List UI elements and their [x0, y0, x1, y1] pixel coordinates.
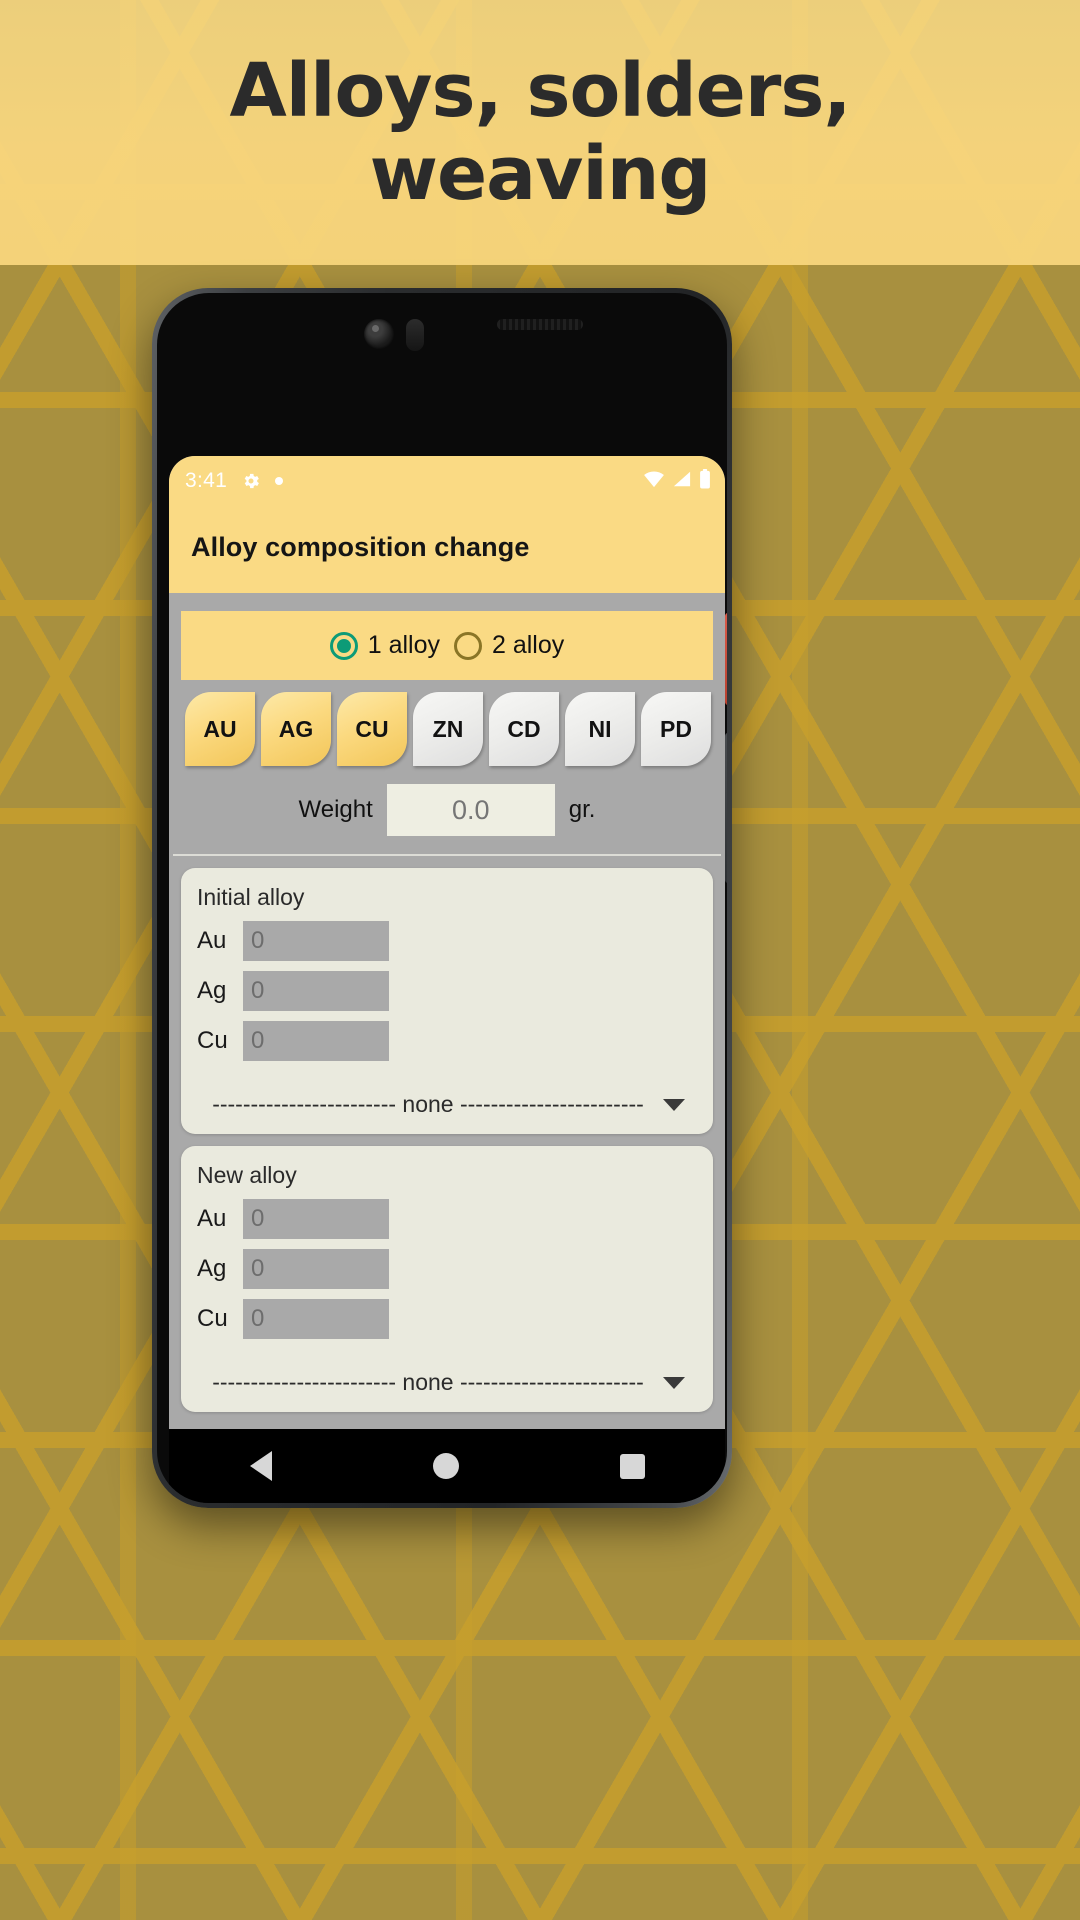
radio-label-1-alloy: 1 alloy — [367, 631, 440, 660]
new-alloy-input-au[interactable]: 0 — [243, 1199, 389, 1239]
home-circle-icon[interactable] — [432, 1453, 459, 1479]
weight-label: Weight — [298, 796, 373, 824]
promo-title-line-2: weaving — [369, 130, 712, 217]
status-bar-left: 3:41 — [185, 469, 284, 493]
metal-chip-cd[interactable]: CD — [489, 692, 559, 767]
metal-chip-zn[interactable]: ZN — [413, 692, 483, 767]
new-alloy-preset-dropdown[interactable]: ------------------------ none ----------… — [197, 1369, 697, 1398]
status-bar-right — [643, 468, 711, 494]
back-triangle-icon[interactable] — [249, 1451, 272, 1481]
dot-icon — [275, 477, 284, 485]
metal-chip-ni[interactable]: NI — [565, 692, 635, 767]
initial-alloy-row-ag: Ag 0 — [197, 971, 697, 1011]
new-alloy-label-cu: Cu — [197, 1305, 228, 1332]
radio-option-2-alloy[interactable]: 2 alloy — [454, 631, 564, 660]
new-alloy-row-ag: Ag 0 — [197, 1249, 697, 1289]
phone-screen: 3:41 Alloy composition change 1 alloy 2 … — [169, 456, 725, 1476]
phone-mockup: 3:41 Alloy composition change 1 alloy 2 … — [152, 288, 732, 1508]
new-alloy-preset-value: ------------------------ none ----------… — [212, 1369, 644, 1395]
page-backdrop: Alloys, solders, weaving 3:41 Alloy comp… — [0, 0, 1080, 1920]
chevron-down-icon[interactable] — [663, 1376, 685, 1389]
phone-bezel: 3:41 Alloy composition change 1 alloy 2 … — [157, 293, 727, 1503]
radio-button-unselected-icon[interactable] — [454, 631, 482, 660]
initial-alloy-card: Initial alloy Au 0 Ag 0 Cu 0 -----------… — [181, 868, 713, 1134]
battery-icon — [699, 468, 711, 494]
initial-alloy-preset-value: ------------------------ none ----------… — [212, 1091, 644, 1117]
front-camera-icon — [364, 319, 394, 349]
initial-alloy-row-au: Au 0 — [197, 921, 697, 961]
volume-button[interactable] — [725, 733, 727, 883]
initial-alloy-label-cu: Cu — [197, 1027, 228, 1054]
initial-alloy-input-cu[interactable]: 0 — [243, 1021, 389, 1061]
app-title: Alloy composition change — [191, 532, 530, 562]
app-bar: Alloy composition change — [169, 506, 725, 593]
alloy-mode-selector: 1 alloy 2 alloy — [181, 611, 713, 681]
initial-alloy-input-ag[interactable]: 0 — [243, 971, 389, 1011]
status-bar: 3:41 — [169, 456, 725, 506]
proximity-sensor-icon — [406, 319, 424, 351]
initial-alloy-label-ag: Ag — [197, 977, 227, 1004]
initial-alloy-preset-dropdown[interactable]: ------------------------ none ----------… — [197, 1091, 697, 1120]
wifi-icon — [643, 470, 665, 493]
content-divider — [173, 854, 721, 856]
new-alloy-label-au: Au — [197, 1205, 227, 1232]
weight-row: Weight gr. — [169, 778, 725, 854]
metal-chip-row: AU AG CU ZN CD NI PD — [169, 680, 725, 778]
initial-alloy-row-cu: Cu 0 — [197, 1021, 697, 1061]
status-time: 3:41 — [185, 469, 228, 492]
initial-alloy-card-title: Initial alloy — [197, 884, 305, 910]
gear-icon — [241, 471, 261, 491]
app-content: 1 alloy 2 alloy AU AG CU ZN CD NI PD Wei… — [169, 593, 725, 1476]
chevron-down-icon[interactable] — [663, 1098, 685, 1111]
initial-alloy-label-au: Au — [197, 927, 227, 954]
new-alloy-card: New alloy Au 0 Ag 0 Cu 0 ---------------… — [181, 1146, 713, 1412]
new-alloy-label-ag: Ag — [197, 1255, 227, 1282]
radio-button-selected-icon[interactable] — [329, 631, 358, 660]
promo-banner: Alloys, solders, weaving — [0, 0, 1080, 265]
metal-chip-cu[interactable]: CU — [337, 692, 407, 767]
android-nav-bar — [169, 1429, 725, 1503]
new-alloy-row-cu: Cu 0 — [197, 1299, 697, 1339]
weight-unit-label: gr. — [568, 796, 596, 824]
initial-alloy-input-au[interactable]: 0 — [243, 921, 389, 961]
metal-chip-ag[interactable]: AG — [261, 692, 331, 767]
earpiece-speaker-icon — [497, 319, 583, 330]
radio-option-1-alloy[interactable]: 1 alloy — [329, 631, 440, 660]
new-alloy-row-au: Au 0 — [197, 1199, 697, 1239]
new-alloy-input-cu[interactable]: 0 — [243, 1299, 389, 1339]
power-button[interactable] — [725, 613, 727, 705]
metal-chip-au[interactable]: AU — [185, 692, 255, 767]
weight-input[interactable] — [386, 784, 555, 837]
promo-title-line-1: Alloys, solders, — [229, 47, 851, 134]
signal-icon — [672, 470, 692, 493]
new-alloy-card-title: New alloy — [197, 1162, 297, 1188]
metal-chip-pd[interactable]: PD — [641, 692, 711, 767]
new-alloy-input-ag[interactable]: 0 — [243, 1249, 389, 1289]
recents-square-icon[interactable] — [619, 1453, 645, 1479]
radio-label-2-alloy: 2 alloy — [492, 631, 565, 660]
